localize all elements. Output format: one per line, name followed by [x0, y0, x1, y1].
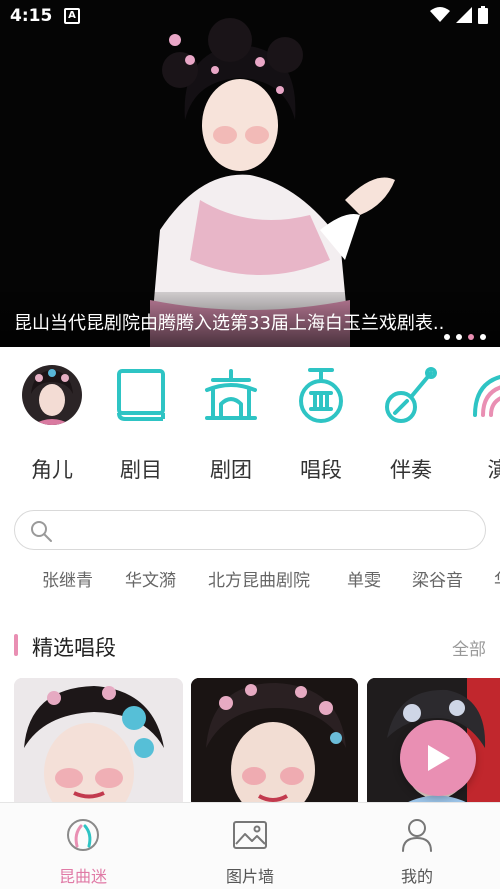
section-title: 精选唱段 — [32, 636, 116, 660]
play-icon — [428, 745, 450, 771]
category-label: 剧目 — [120, 458, 162, 482]
search-icon — [31, 521, 52, 542]
signal-icon — [456, 7, 472, 23]
card-thumbnail — [191, 678, 358, 808]
category-label: 剧团 — [210, 458, 252, 482]
image-icon — [230, 815, 270, 855]
category-row: 角儿 剧目 剧团 唱段 伴奏 演 — [0, 360, 500, 485]
battery-icon — [478, 6, 488, 24]
category-yan[interactable]: 演 — [458, 360, 500, 484]
nav-tab-picture-wall[interactable]: 图片墙 — [190, 815, 310, 887]
category-label: 演 — [487, 458, 500, 482]
notification-icon: A — [64, 8, 80, 24]
fan-icon — [467, 364, 500, 426]
song-card[interactable] — [191, 678, 358, 808]
play-button[interactable] — [400, 720, 476, 796]
tag-item[interactable]: 梁谷音 — [412, 566, 463, 591]
carousel-dot — [444, 334, 450, 340]
carousel-indicator — [444, 334, 486, 340]
banner-caption-bg: 昆山当代昆剧院由腾腾入选第33届上海白玉兰戏剧表.. — [0, 292, 500, 347]
tag-item[interactable]: 北方昆曲剧院 — [208, 566, 310, 591]
nav-label: 昆曲迷 — [58, 867, 107, 886]
bottom-navigation: 昆曲迷 图片墙 我的 — [0, 802, 500, 889]
category-label: 角儿 — [31, 458, 73, 482]
see-all-link[interactable]: 全部 — [452, 635, 486, 660]
category-changduan[interactable]: 唱段 — [281, 360, 361, 484]
carousel-dot-active — [468, 334, 474, 340]
theater-building-icon — [200, 364, 262, 426]
category-jiaoer[interactable]: 角儿 — [12, 360, 92, 484]
card-thumbnail — [14, 678, 183, 808]
wifi-icon — [430, 7, 450, 22]
category-label: 唱段 — [300, 458, 342, 482]
banner-carousel[interactable]: 昆山当代昆剧院由腾腾入选第33届上海白玉兰戏剧表.. — [0, 0, 500, 347]
carousel-dot — [456, 334, 462, 340]
section-accent-bar — [14, 634, 18, 656]
carousel-dot — [480, 334, 486, 340]
tag-item[interactable]: 张继青 — [42, 566, 93, 591]
category-label: 伴奏 — [390, 458, 432, 482]
search-input[interactable] — [14, 510, 486, 550]
instrument-icon — [290, 364, 352, 426]
category-jumu[interactable]: 剧目 — [101, 360, 181, 484]
song-card[interactable] — [14, 678, 183, 808]
status-bar: 4:15 A — [0, 0, 500, 34]
banner-caption: 昆山当代昆剧院由腾腾入选第33届上海白玉兰戏剧表.. — [14, 313, 445, 334]
book-icon — [110, 364, 172, 426]
tag-item[interactable]: 单雯 — [347, 566, 381, 591]
kunqu-icon — [63, 815, 103, 855]
user-icon — [397, 815, 437, 855]
nav-label: 图片墙 — [225, 867, 274, 886]
tag-item[interactable]: 华 — [494, 566, 500, 591]
performer-avatar — [21, 364, 83, 426]
nav-tab-kunqumi[interactable]: 昆曲迷 — [23, 815, 143, 887]
category-banzou[interactable]: 伴奏 — [371, 360, 451, 484]
status-time: 4:15 — [10, 6, 53, 26]
tag-item[interactable]: 华文漪 — [125, 566, 176, 591]
nav-tab-mine[interactable]: 我的 — [357, 815, 477, 887]
category-jutuan[interactable]: 剧团 — [191, 360, 271, 484]
pipa-icon — [380, 364, 442, 426]
hot-tags: 张继青 华文漪 北方昆曲剧院 单雯 梁谷音 华 — [0, 566, 500, 592]
nav-label: 我的 — [400, 867, 433, 886]
